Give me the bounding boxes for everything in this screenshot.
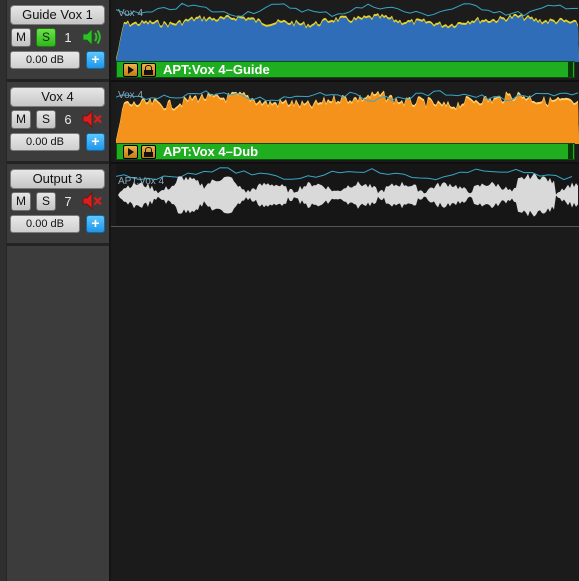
mute-button[interactable]: M	[11, 192, 31, 211]
mute-button[interactable]: M	[11, 110, 31, 129]
volume-field[interactable]: 0.00 dB	[10, 133, 80, 151]
play-icon[interactable]	[123, 63, 138, 77]
volume-field[interactable]: 0.00 dB	[10, 215, 80, 233]
clip-name: APT:Vox 4–Guide	[163, 62, 270, 77]
track-header-guide-vox-1: Guide Vox 1 M S 1 0.00 dB +	[7, 0, 109, 82]
speaker-on-icon[interactable]	[81, 26, 103, 48]
clip-ghost-label: APT:Vox 4	[118, 176, 165, 187]
clip-name: APT:Vox 4–Dub	[163, 144, 259, 159]
clip-title-bar[interactable]: APT:Vox 4–Guide	[116, 61, 575, 78]
add-plugin-button[interactable]: +	[86, 133, 105, 151]
clip-ghost-label: Vox 4	[118, 90, 144, 101]
lock-icon[interactable]	[141, 63, 156, 77]
audio-clip-output[interactable]: APT:Vox 4	[116, 164, 579, 226]
audio-clip-dub[interactable]: Vox 4 APT:Vox 4–Dub	[116, 82, 579, 162]
header-gutter	[0, 0, 7, 581]
lock-icon[interactable]	[141, 145, 156, 159]
track-lane-output-3[interactable]: APT:Vox 4	[111, 164, 579, 227]
add-plugin-button[interactable]: +	[86, 215, 105, 233]
clip-ghost-label: Vox 4	[118, 8, 144, 19]
solo-button[interactable]: S	[36, 192, 56, 211]
play-icon[interactable]	[123, 145, 138, 159]
track-number: 1	[64, 30, 72, 45]
waveform-guide	[116, 0, 579, 62]
track-name-button[interactable]: Guide Vox 1	[10, 5, 105, 25]
waveform-output	[116, 164, 579, 226]
waveform-dub	[116, 82, 579, 144]
track-lane-guide-vox-1[interactable]: Vox 4 APT:Vox 4–Guide	[111, 0, 579, 82]
track-name-button[interactable]: Vox 4	[10, 87, 105, 107]
clip-end-handle[interactable]	[568, 62, 573, 77]
volume-field[interactable]: 0.00 dB	[10, 51, 80, 69]
timeline-area[interactable]: Vox 4 APT:Vox 4–Guide Vox 4 APT:Vox 4–Du…	[111, 0, 579, 581]
speaker-muted-icon[interactable]	[81, 190, 103, 212]
track-name-button[interactable]: Output 3	[10, 169, 105, 189]
track-number: 7	[64, 194, 72, 209]
audio-clip-guide[interactable]: Vox 4 APT:Vox 4–Guide	[116, 0, 579, 80]
clip-title-bar[interactable]: APT:Vox 4–Dub	[116, 143, 575, 160]
add-plugin-button[interactable]: +	[86, 51, 105, 69]
track-header-output-3: Output 3 M S 7 0.00 dB +	[7, 164, 109, 246]
solo-button[interactable]: S	[36, 28, 56, 47]
clip-end-handle[interactable]	[568, 144, 573, 159]
track-lane-vox-4[interactable]: Vox 4 APT:Vox 4–Dub	[111, 82, 579, 164]
track-number: 6	[64, 112, 72, 127]
solo-button[interactable]: S	[36, 110, 56, 129]
speaker-muted-icon[interactable]	[81, 108, 103, 130]
track-header-vox-4: Vox 4 M S 6 0.00 dB +	[7, 82, 109, 164]
mute-button[interactable]: M	[11, 28, 31, 47]
track-header-panel: Guide Vox 1 M S 1 0.00 dB + Vox 4 M S 6 …	[0, 0, 111, 581]
